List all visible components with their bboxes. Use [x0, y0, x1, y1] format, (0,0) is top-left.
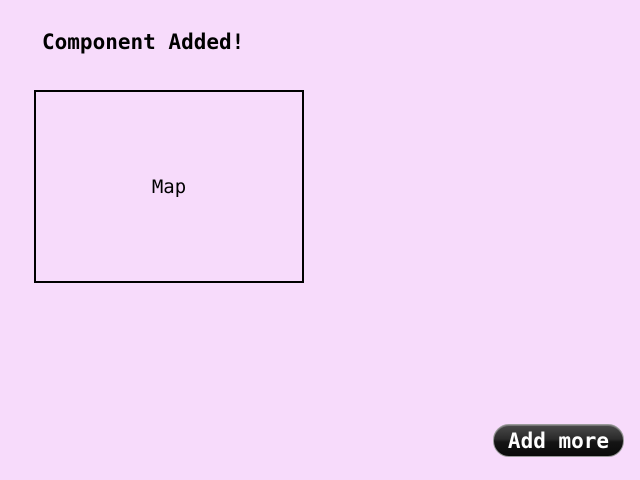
page-title: Component Added! [42, 30, 245, 54]
map-component[interactable]: Map [34, 90, 304, 283]
map-label: Map [151, 175, 187, 198]
add-more-button[interactable]: Add more [493, 424, 624, 457]
